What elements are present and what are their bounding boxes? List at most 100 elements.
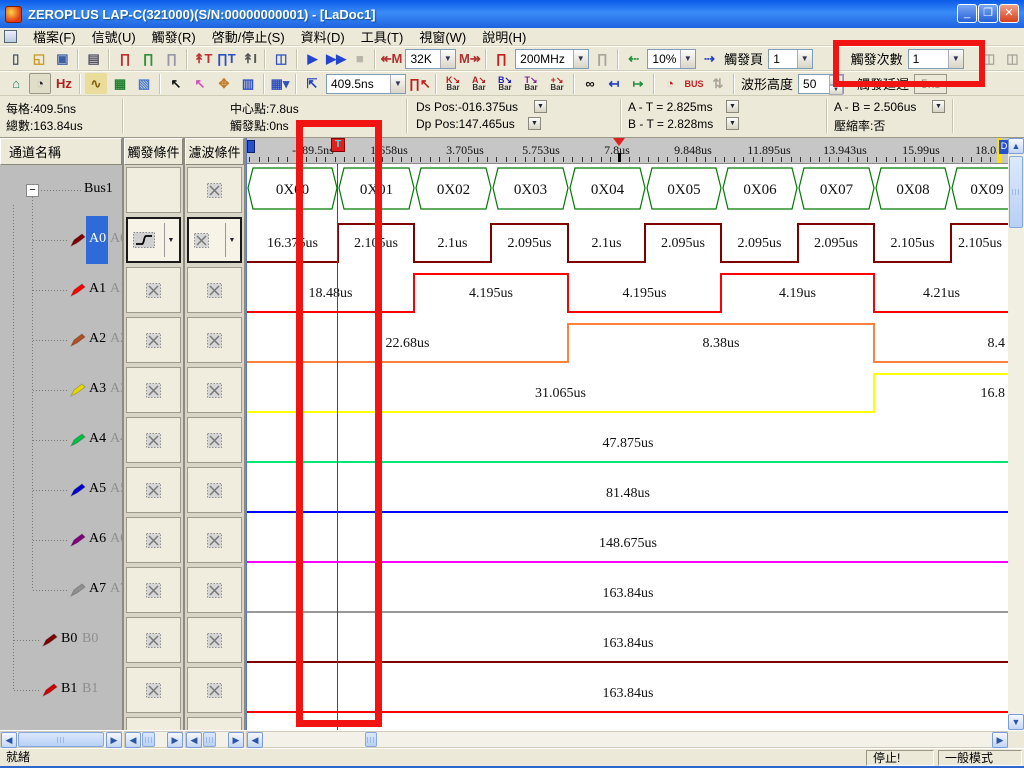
scroll-left-button[interactable]: ◀: [186, 732, 202, 748]
internal-clock-icon[interactable]: ∏: [491, 48, 512, 69]
scroll-right-button[interactable]: ▶: [992, 732, 1008, 748]
trigger-cell-7[interactable]: [126, 567, 181, 613]
time-per-div-select-dropdown-icon[interactable]: ▼: [390, 75, 405, 93]
scroll-left-button[interactable]: ◀: [247, 732, 263, 748]
statistics-icon[interactable]: ▥: [237, 73, 259, 94]
filter-cell-10[interactable]: [187, 717, 242, 730]
state-list-window-icon[interactable]: ▦: [109, 73, 131, 94]
trigger-cell-4[interactable]: [126, 417, 181, 463]
channel-name[interactable]: A5: [89, 481, 106, 497]
repeat-run-icon[interactable]: ▶▶: [325, 48, 347, 69]
channel-row-A0[interactable]: A0A0: [0, 215, 122, 265]
scroll-right-button[interactable]: ▶: [106, 732, 122, 748]
hscrollbar-filter-column[interactable]: ◀▶: [185, 731, 244, 748]
prev-edge-icon[interactable]: ↤: [603, 73, 625, 94]
sample-rate-select[interactable]: 200MHz▼: [515, 49, 589, 69]
channel-name[interactable]: B1: [61, 681, 77, 697]
signal-capture-icon[interactable]: ∏: [138, 48, 159, 69]
trigger-insert-icon[interactable]: ↟I: [239, 48, 260, 69]
scroll-up-button[interactable]: ▲: [1008, 138, 1024, 154]
channel-name[interactable]: A2: [89, 331, 106, 347]
t-bar-icon[interactable]: T↘Bar: [519, 73, 543, 94]
channel-name[interactable]: A4: [89, 431, 106, 447]
expand-collapse-icon[interactable]: ⇅: [707, 73, 729, 94]
channel-row-A3[interactable]: A3A3: [0, 365, 122, 415]
filter-cell-7[interactable]: [187, 567, 242, 613]
scroll-right-button[interactable]: ▶: [167, 732, 183, 748]
compression-icon[interactable]: ◫: [270, 48, 291, 69]
external-clock-icon[interactable]: ∏: [592, 48, 613, 69]
filter-cell-3[interactable]: [187, 367, 242, 413]
trigger-wave-icon[interactable]: ∏T: [216, 48, 237, 69]
expand-view-icon[interactable]: ⇢: [699, 48, 720, 69]
filter-cell-1[interactable]: [187, 267, 242, 313]
menu-item-4[interactable]: 資料(D): [293, 26, 353, 47]
document-icon[interactable]: [4, 30, 17, 43]
dp-pos-dropdown[interactable]: ▼: [528, 117, 541, 130]
hscrollbar-trigger-column[interactable]: ◀▶: [124, 731, 183, 748]
trigger-page-select[interactable]: 1▼: [768, 49, 813, 69]
channel-row-B1[interactable]: B1B1: [0, 665, 122, 715]
print-icon[interactable]: ▤: [83, 48, 104, 69]
channel-name[interactable]: A1: [89, 281, 106, 297]
multi-select-icon[interactable]: ↖: [189, 73, 211, 94]
trigger-cell-8[interactable]: [126, 617, 181, 663]
noise-capture-icon[interactable]: ∏: [161, 48, 182, 69]
filter-cell-0[interactable]: ▼: [187, 217, 242, 263]
sample-depth-select-dropdown-icon[interactable]: ▼: [440, 50, 455, 68]
memory-right-icon[interactable]: M↠: [459, 48, 481, 69]
refresh-rate-icon[interactable]: ◔: [659, 73, 681, 94]
channel-row-A6[interactable]: A6A6: [0, 515, 122, 565]
k-bar-icon[interactable]: K↘Bar: [441, 73, 465, 94]
navigator-window-icon[interactable]: ▧: [133, 73, 155, 94]
trigger-cell-2[interactable]: [126, 317, 181, 363]
hscrollbar-channel-panel[interactable]: ◀▶: [0, 731, 122, 748]
pulse-capture-icon[interactable]: ∏: [114, 48, 135, 69]
pointer-icon[interactable]: ↖: [165, 73, 187, 94]
trigger-dropdown-icon[interactable]: ▼: [164, 223, 177, 257]
vertical-scrollbar[interactable]: ▲ ▼: [1008, 138, 1024, 730]
trigger-page-select-dropdown-icon[interactable]: ▼: [797, 50, 812, 68]
filter-cell-4[interactable]: [187, 417, 242, 463]
menu-item-5[interactable]: 工具(T): [353, 26, 412, 47]
menu-item-7[interactable]: 說明(H): [474, 26, 534, 47]
vertical-scroll-thumb[interactable]: [1009, 156, 1023, 228]
hscroll-thumb[interactable]: [142, 732, 155, 747]
close-button[interactable]: ✕: [999, 4, 1019, 23]
bus-setup-icon[interactable]: BUS: [683, 73, 705, 94]
menu-item-6[interactable]: 視窗(W): [411, 26, 474, 47]
hand-pan-icon[interactable]: ✥: [213, 73, 235, 94]
minimize-button[interactable]: _: [957, 4, 977, 23]
bus-collapse-toggle[interactable]: −: [26, 184, 39, 197]
filter-dropdown-icon[interactable]: ▼: [225, 223, 238, 257]
scroll-down-button[interactable]: ▼: [1008, 714, 1024, 730]
waveform-window-icon[interactable]: ∿: [85, 73, 107, 94]
bus-trigger-cell[interactable]: [126, 167, 181, 213]
channel-row-A4[interactable]: A4A4: [0, 415, 122, 465]
add-bar-icon[interactable]: +↘Bar: [545, 73, 569, 94]
frequency-icon[interactable]: Hz: [53, 73, 75, 94]
menu-item-2[interactable]: 觸發(R): [144, 26, 204, 47]
trigger-cell-9[interactable]: [126, 667, 181, 713]
scroll-left-button[interactable]: ◀: [125, 732, 141, 748]
channel-row-A7[interactable]: A7A7: [0, 565, 122, 615]
channel-row-B0[interactable]: B0B0: [0, 615, 122, 665]
hscrollbar-waveform[interactable]: ◀▶: [246, 731, 1008, 748]
filter-cell-5[interactable]: [187, 467, 242, 513]
restore-button[interactable]: ❐: [978, 4, 998, 23]
time-per-div-select[interactable]: 409.5ns▼: [326, 74, 406, 94]
scroll-left-button[interactable]: ◀: [1, 732, 17, 748]
filter-cell-8[interactable]: [187, 617, 242, 663]
trigger-cell-1[interactable]: [126, 267, 181, 313]
menu-item-1[interactable]: 信號(U): [84, 26, 144, 47]
display-ratio-select[interactable]: 10%▼: [647, 49, 695, 69]
home-icon[interactable]: ⌂: [5, 73, 27, 94]
b-bar-icon[interactable]: B↘Bar: [493, 73, 517, 94]
channel-name[interactable]: A7: [89, 581, 106, 597]
channel-name-panel[interactable]: −Bus1A0A0A1A1A2A2A3A3A4A4A5A5A6A6A7A7B0B…: [0, 165, 122, 730]
channel-name[interactable]: A6: [89, 531, 106, 547]
sample-rate-select-dropdown-icon[interactable]: ▼: [573, 50, 588, 68]
hscroll-thumb[interactable]: [203, 732, 216, 747]
channel-row-A5[interactable]: A5A5: [0, 465, 122, 515]
run-icon[interactable]: ▶: [302, 48, 323, 69]
